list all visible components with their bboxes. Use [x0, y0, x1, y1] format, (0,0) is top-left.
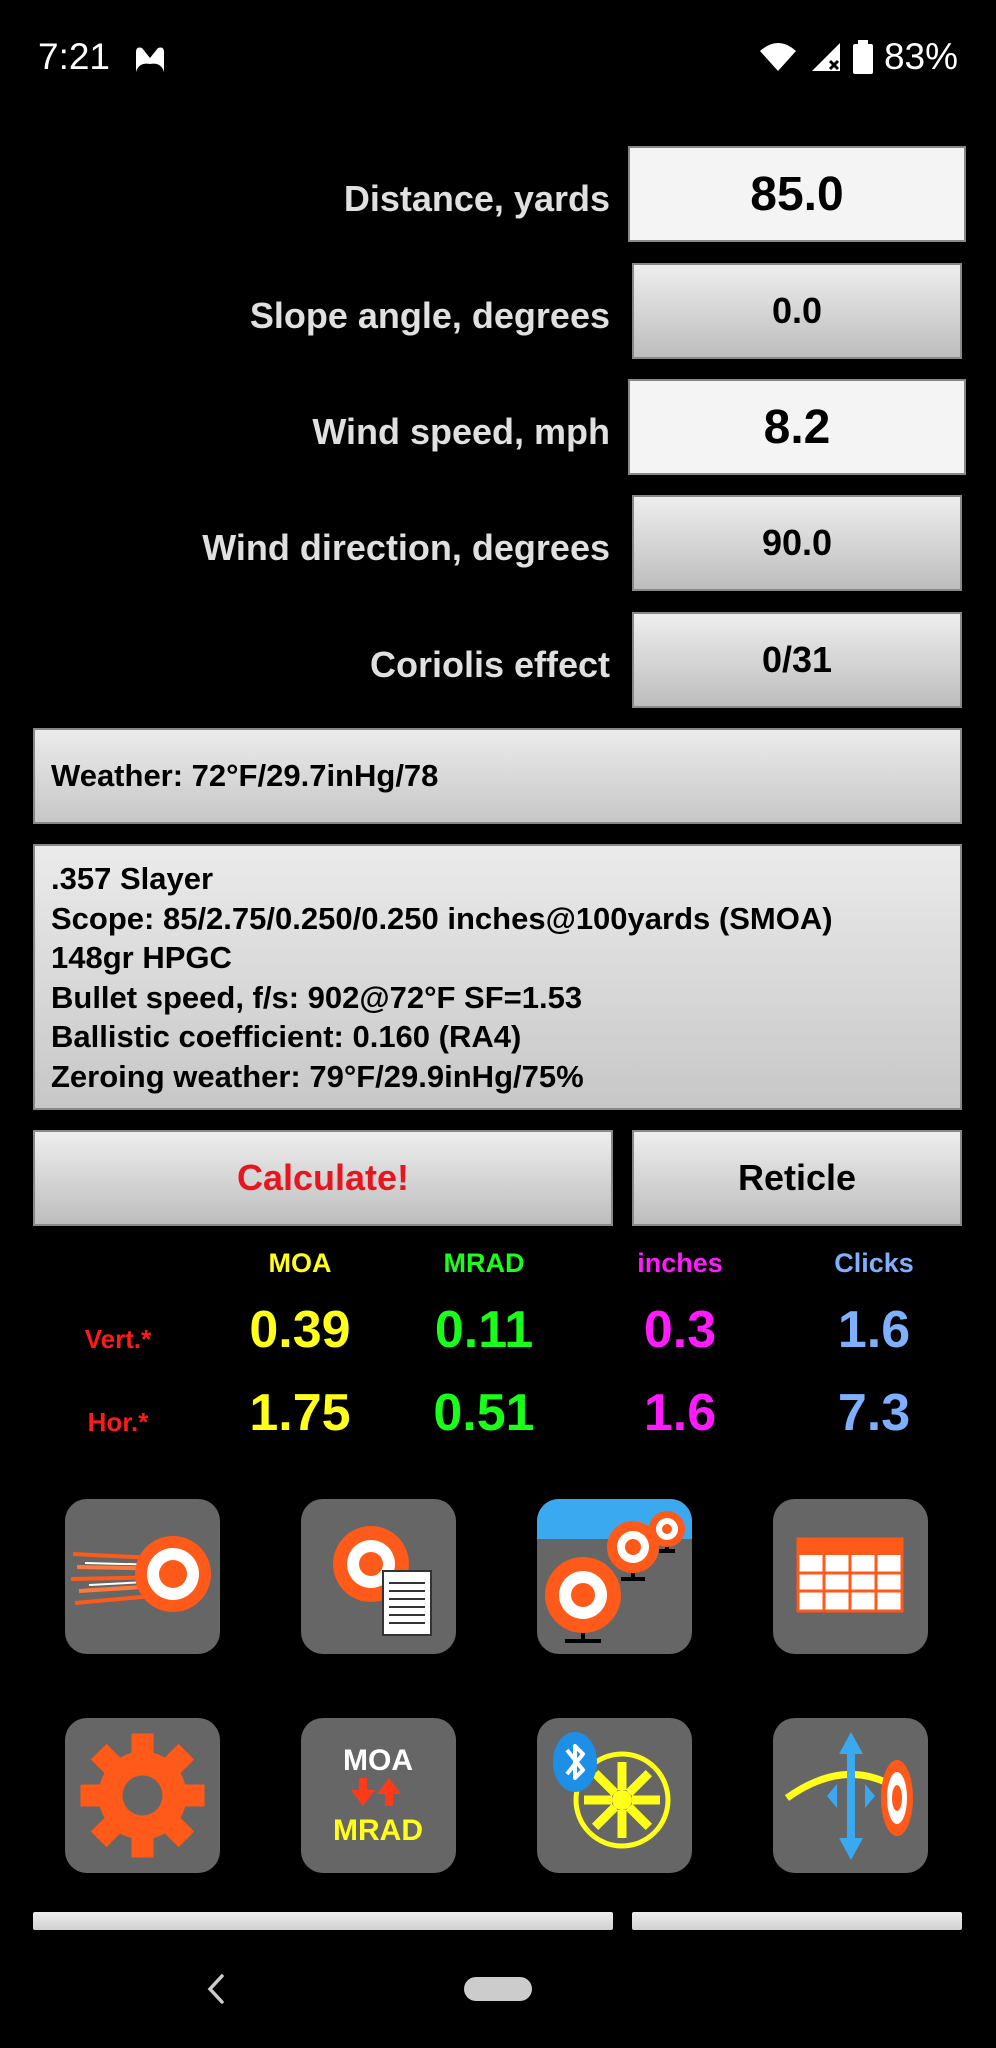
profile-line-bullet: 148gr HPGC — [51, 940, 232, 975]
vertical-mrad-value: 0.11 — [434, 1301, 534, 1359]
vertical-inches-value: 0.3 — [643, 1301, 717, 1359]
slope-angle-button[interactable]: 0.0 — [632, 263, 962, 359]
profile-line-scope: Scope: 85/2.75/0.250/0.250 inches@100yar… — [51, 900, 833, 936]
col-header-clicks: Clicks — [834, 1248, 914, 1278]
col-header-inches: inches — [637, 1248, 723, 1278]
distance-input[interactable]: 85.0 — [628, 146, 966, 242]
col-header-moa: MOA — [268, 1248, 332, 1278]
wind-speed-label: Wind speed, mph — [312, 411, 610, 452]
battery-icon — [852, 40, 873, 74]
settings-gear-icon — [80, 1733, 205, 1858]
multi-target-icon — [537, 1499, 692, 1643]
back-icon[interactable] — [204, 1972, 228, 2011]
moa-mrad-convert-button[interactable]: MOA MRAD — [301, 1718, 456, 1873]
malwarebytes-icon — [133, 42, 167, 81]
wind-speed-input[interactable]: 8.2 — [628, 379, 966, 475]
bottom-button-right[interactable] — [632, 1912, 962, 1930]
moa-label: MOA — [343, 1744, 413, 1777]
wind-drift-button[interactable] — [773, 1718, 928, 1873]
vertical-clicks-value: 1.6 — [837, 1301, 911, 1359]
row-label-vertical: Vert.* — [84, 1324, 152, 1354]
system-nav-bar — [0, 1930, 996, 2048]
moa-mrad-convert-icon: MOA MRAD — [333, 1744, 423, 1847]
table-icon — [796, 1537, 904, 1613]
target-report-icon — [333, 1526, 432, 1636]
profile-line-bc: Ballistic coefficient: 0.160 (RA4) — [51, 1019, 522, 1054]
table-button[interactable] — [773, 1499, 928, 1654]
profile-line-zero: Zeroing weather: 79°F/29.9inHg/75% — [51, 1058, 584, 1094]
profile-button[interactable]: .357 Slayer Scope: 85/2.75/0.250/0.250 i… — [33, 844, 962, 1110]
bluetooth-kestrel-button[interactable] — [537, 1718, 692, 1873]
trajectory-button[interactable] — [65, 1499, 220, 1654]
profile-line-name: .357 Slayer — [51, 861, 214, 896]
bottom-button-left[interactable] — [33, 1912, 613, 1930]
weather-button[interactable]: Weather: 72°F/29.7inHg/78 — [33, 728, 962, 824]
target-report-button[interactable] — [301, 1499, 456, 1654]
multi-target-button[interactable] — [537, 1499, 692, 1654]
col-header-mrad: MRAD — [443, 1248, 525, 1278]
vertical-moa-value: 0.39 — [249, 1301, 351, 1359]
wind-direction-label: Wind direction, degrees — [202, 527, 610, 568]
mrad-label: MRAD — [333, 1814, 423, 1847]
row-label-horizontal: Hor.* — [87, 1407, 149, 1437]
coriolis-label: Coriolis effect — [369, 644, 610, 685]
wifi-icon — [759, 43, 796, 71]
horizontal-mrad-value: 0.51 — [433, 1384, 535, 1442]
coriolis-button[interactable]: 0/31 — [632, 612, 962, 708]
status-right: 83% — [758, 36, 958, 78]
battery-percent: 83% — [883, 36, 958, 77]
home-pill[interactable] — [464, 1977, 532, 2001]
horizontal-clicks-value: 7.3 — [837, 1384, 911, 1442]
horizontal-inches-value: 1.6 — [643, 1384, 717, 1442]
settings-button[interactable] — [65, 1718, 220, 1873]
slope-angle-label: Slope angle, degrees — [249, 295, 610, 336]
horizontal-moa-value: 1.75 — [249, 1384, 351, 1442]
wind-direction-button[interactable]: 90.0 — [632, 495, 962, 591]
trajectory-icon — [70, 1536, 211, 1612]
profile-line-speed: Bullet speed, f/s: 902@72°F SF=1.53 — [51, 979, 583, 1015]
cell-signal-icon — [811, 43, 840, 71]
status-time: 7:21 — [38, 36, 111, 77]
distance-label: Distance, yards — [343, 178, 610, 219]
reticle-button[interactable]: Reticle — [632, 1130, 962, 1226]
bluetooth-kestrel-icon — [553, 1732, 671, 1849]
calculate-button[interactable]: Calculate! — [33, 1130, 613, 1226]
wind-drift-icon — [784, 1732, 913, 1860]
weather-text: Weather: 72°F/29.7inHg/78 — [51, 758, 439, 793]
